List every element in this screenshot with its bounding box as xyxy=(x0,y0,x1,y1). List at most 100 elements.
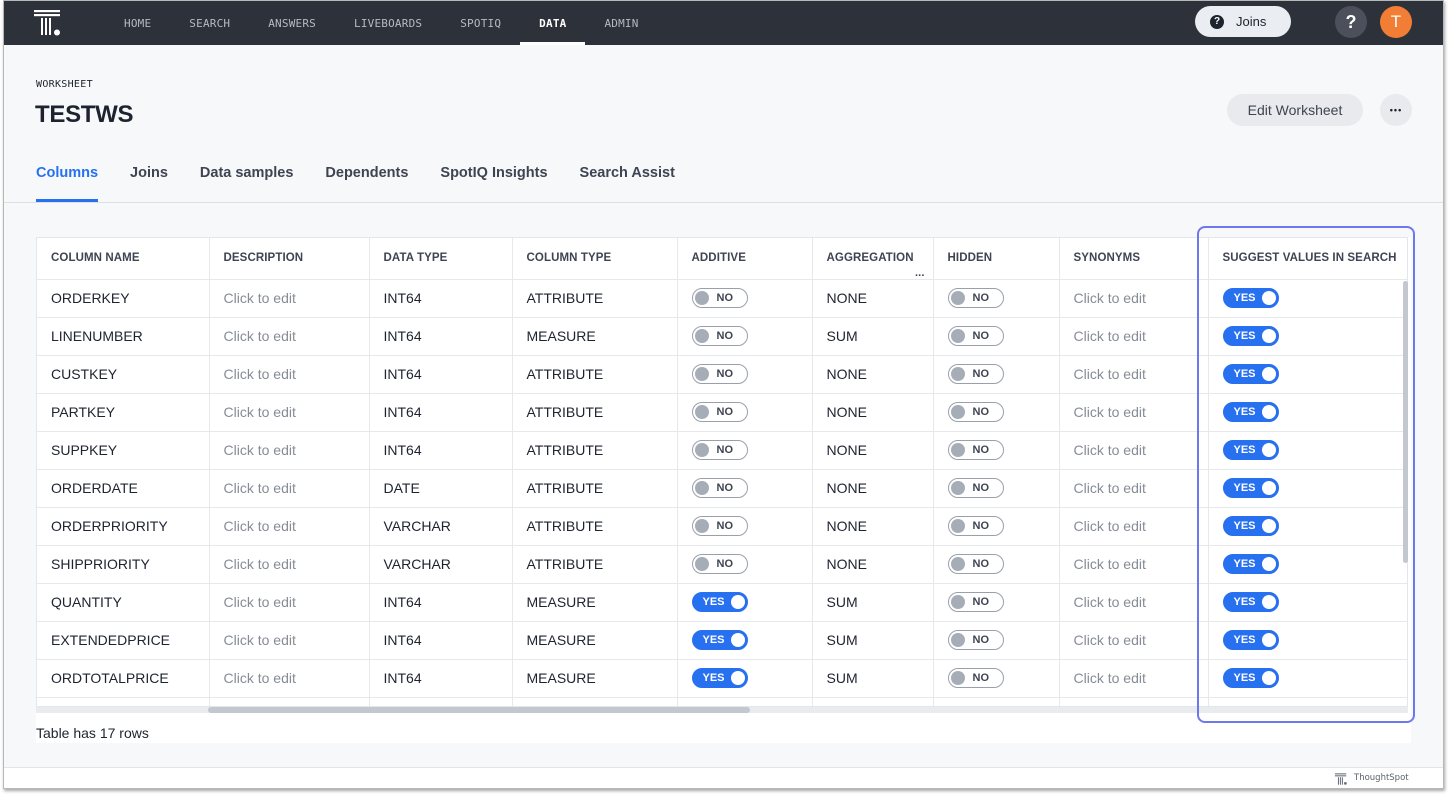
cell-aggregation[interactable]: NONE xyxy=(812,507,934,546)
cell-description[interactable]: Click to edit xyxy=(209,507,370,546)
help-button[interactable]: ? xyxy=(1335,6,1367,38)
cell-description[interactable]: Click to edit xyxy=(209,431,370,470)
hidden-toggle[interactable]: NO xyxy=(947,440,1004,460)
nav-item-search[interactable]: SEARCH xyxy=(170,1,249,45)
nav-item-liveboards[interactable]: LIVEBOARDS xyxy=(335,1,441,45)
additive-toggle[interactable]: NO xyxy=(691,326,748,346)
header-hidden[interactable]: HIDDEN xyxy=(933,238,1060,280)
cell-column-type[interactable]: ATTRIBUTE xyxy=(512,279,678,318)
suggest-values-toggle[interactable]: YES xyxy=(1222,554,1279,574)
tab-data-samples[interactable]: Data samples xyxy=(200,159,294,201)
suggest-values-toggle[interactable]: YES xyxy=(1222,668,1279,688)
header-data-type[interactable]: DATA TYPE xyxy=(369,238,513,280)
cell-description[interactable]: Click to edit xyxy=(209,621,370,660)
cell-aggregation[interactable]: NONE xyxy=(812,355,934,394)
thoughtspot-logo-icon[interactable] xyxy=(32,7,64,39)
hidden-toggle[interactable]: NO xyxy=(947,326,1004,346)
cell-description[interactable]: Click to edit xyxy=(209,279,370,318)
header-description[interactable]: DESCRIPTION xyxy=(209,238,370,280)
tab-search-assist[interactable]: Search Assist xyxy=(580,159,675,201)
cell-synonyms[interactable]: Click to edit xyxy=(1059,583,1209,622)
cell-description[interactable]: Click to edit xyxy=(209,317,370,356)
additive-toggle[interactable]: NO xyxy=(691,364,748,384)
additive-toggle[interactable]: NO xyxy=(691,554,748,574)
more-options-button[interactable]: ••• xyxy=(1380,94,1412,126)
nav-item-data[interactable]: DATA xyxy=(520,1,586,45)
cell-column-type[interactable]: ATTRIBUTE xyxy=(512,393,678,432)
suggest-values-toggle[interactable]: YES xyxy=(1222,592,1279,612)
edit-worksheet-button[interactable]: Edit Worksheet xyxy=(1227,94,1363,126)
cell-synonyms[interactable]: Click to edit xyxy=(1059,355,1209,394)
cell-description[interactable]: Click to edit xyxy=(209,393,370,432)
header-suggest-values[interactable]: SUGGEST VALUES IN SEARCH xyxy=(1208,238,1407,280)
cell-description[interactable]: Click to edit xyxy=(209,355,370,394)
tab-joins[interactable]: Joins xyxy=(130,159,168,201)
header-aggregation[interactable]: AGGREGATION... xyxy=(812,238,934,280)
header-additive[interactable]: ADDITIVE xyxy=(677,238,813,280)
header-column-name[interactable]: COLUMN NAME xyxy=(37,238,210,280)
hidden-toggle[interactable]: NO xyxy=(947,478,1004,498)
suggest-values-toggle[interactable]: YES xyxy=(1222,326,1279,346)
suggest-values-toggle[interactable]: YES xyxy=(1222,478,1279,498)
cell-synonyms[interactable]: Click to edit xyxy=(1059,659,1209,698)
additive-toggle[interactable]: NO xyxy=(691,516,748,536)
cell-synonyms[interactable]: Click to edit xyxy=(1059,279,1209,318)
suggest-values-toggle[interactable]: YES xyxy=(1222,630,1279,650)
cell-aggregation[interactable]: SUM xyxy=(812,317,934,356)
cell-synonyms[interactable]: Click to edit xyxy=(1059,317,1209,356)
tab-dependents[interactable]: Dependents xyxy=(325,159,408,201)
hidden-toggle[interactable]: NO xyxy=(947,630,1004,650)
vertical-scrollbar-thumb[interactable] xyxy=(1403,281,1408,563)
cell-aggregation[interactable]: SUM xyxy=(812,583,934,622)
hidden-toggle[interactable]: NO xyxy=(947,668,1004,688)
additive-toggle[interactable]: YES xyxy=(691,668,748,688)
hidden-toggle[interactable]: NO xyxy=(947,592,1004,612)
cell-synonyms[interactable]: Click to edit xyxy=(1059,431,1209,470)
additive-toggle[interactable]: YES xyxy=(691,630,748,650)
cell-synonyms[interactable]: Click to edit xyxy=(1059,393,1209,432)
tab-spotiq-insights[interactable]: SpotIQ Insights xyxy=(440,159,547,201)
suggest-values-toggle[interactable]: YES xyxy=(1222,440,1279,460)
cell-synonyms[interactable]: Click to edit xyxy=(1059,507,1209,546)
nav-item-answers[interactable]: ANSWERS xyxy=(249,1,335,45)
cell-column-type[interactable]: MEASURE xyxy=(512,583,678,622)
horizontal-scrollbar-thumb[interactable] xyxy=(208,707,750,713)
header-synonyms[interactable]: SYNONYMS xyxy=(1059,238,1209,280)
cell-column-type[interactable]: MEASURE xyxy=(512,659,678,698)
cell-aggregation[interactable]: NONE xyxy=(812,431,934,470)
cell-description[interactable]: Click to edit xyxy=(209,583,370,622)
cell-column-type[interactable]: ATTRIBUTE xyxy=(512,469,678,508)
hidden-toggle[interactable]: NO xyxy=(947,516,1004,536)
cell-column-type[interactable]: ATTRIBUTE xyxy=(512,507,678,546)
cell-description[interactable]: Click to edit xyxy=(209,469,370,508)
cell-aggregation[interactable]: NONE xyxy=(812,545,934,584)
nav-item-spotiq[interactable]: SPOTIQ xyxy=(441,1,520,45)
cell-description[interactable]: Click to edit xyxy=(209,659,370,698)
suggest-values-toggle[interactable]: YES xyxy=(1222,402,1279,422)
nav-item-home[interactable]: HOME xyxy=(105,1,170,45)
cell-aggregation[interactable]: NONE xyxy=(812,279,934,318)
tab-columns[interactable]: Columns xyxy=(36,159,99,202)
cell-description[interactable]: Click to edit xyxy=(209,545,370,584)
cell-aggregation[interactable]: NONE xyxy=(812,393,934,432)
cell-column-type[interactable]: MEASURE xyxy=(512,621,678,660)
cell-column-type[interactable]: ATTRIBUTE xyxy=(512,431,678,470)
suggest-values-toggle[interactable]: YES xyxy=(1222,364,1279,384)
user-avatar[interactable]: T xyxy=(1380,6,1412,38)
suggest-values-toggle[interactable]: YES xyxy=(1222,516,1279,536)
column-menu-icon[interactable]: ... xyxy=(915,267,924,278)
hidden-toggle[interactable]: NO xyxy=(947,288,1004,308)
cell-synonyms[interactable]: Click to edit xyxy=(1059,621,1209,660)
cell-column-type[interactable]: ATTRIBUTE xyxy=(512,545,678,584)
hidden-toggle[interactable]: NO xyxy=(947,554,1004,574)
cell-aggregation[interactable]: SUM xyxy=(812,621,934,660)
joins-help-button[interactable]: ? Joins xyxy=(1195,6,1291,37)
header-column-type[interactable]: COLUMN TYPE xyxy=(512,238,678,280)
cell-column-type[interactable]: ATTRIBUTE xyxy=(512,355,678,394)
cell-synonyms[interactable]: Click to edit xyxy=(1059,469,1209,508)
additive-toggle[interactable]: NO xyxy=(691,288,748,308)
hidden-toggle[interactable]: NO xyxy=(947,364,1004,384)
suggest-values-toggle[interactable]: YES xyxy=(1222,288,1279,308)
additive-toggle[interactable]: YES xyxy=(691,592,748,612)
additive-toggle[interactable]: NO xyxy=(691,440,748,460)
